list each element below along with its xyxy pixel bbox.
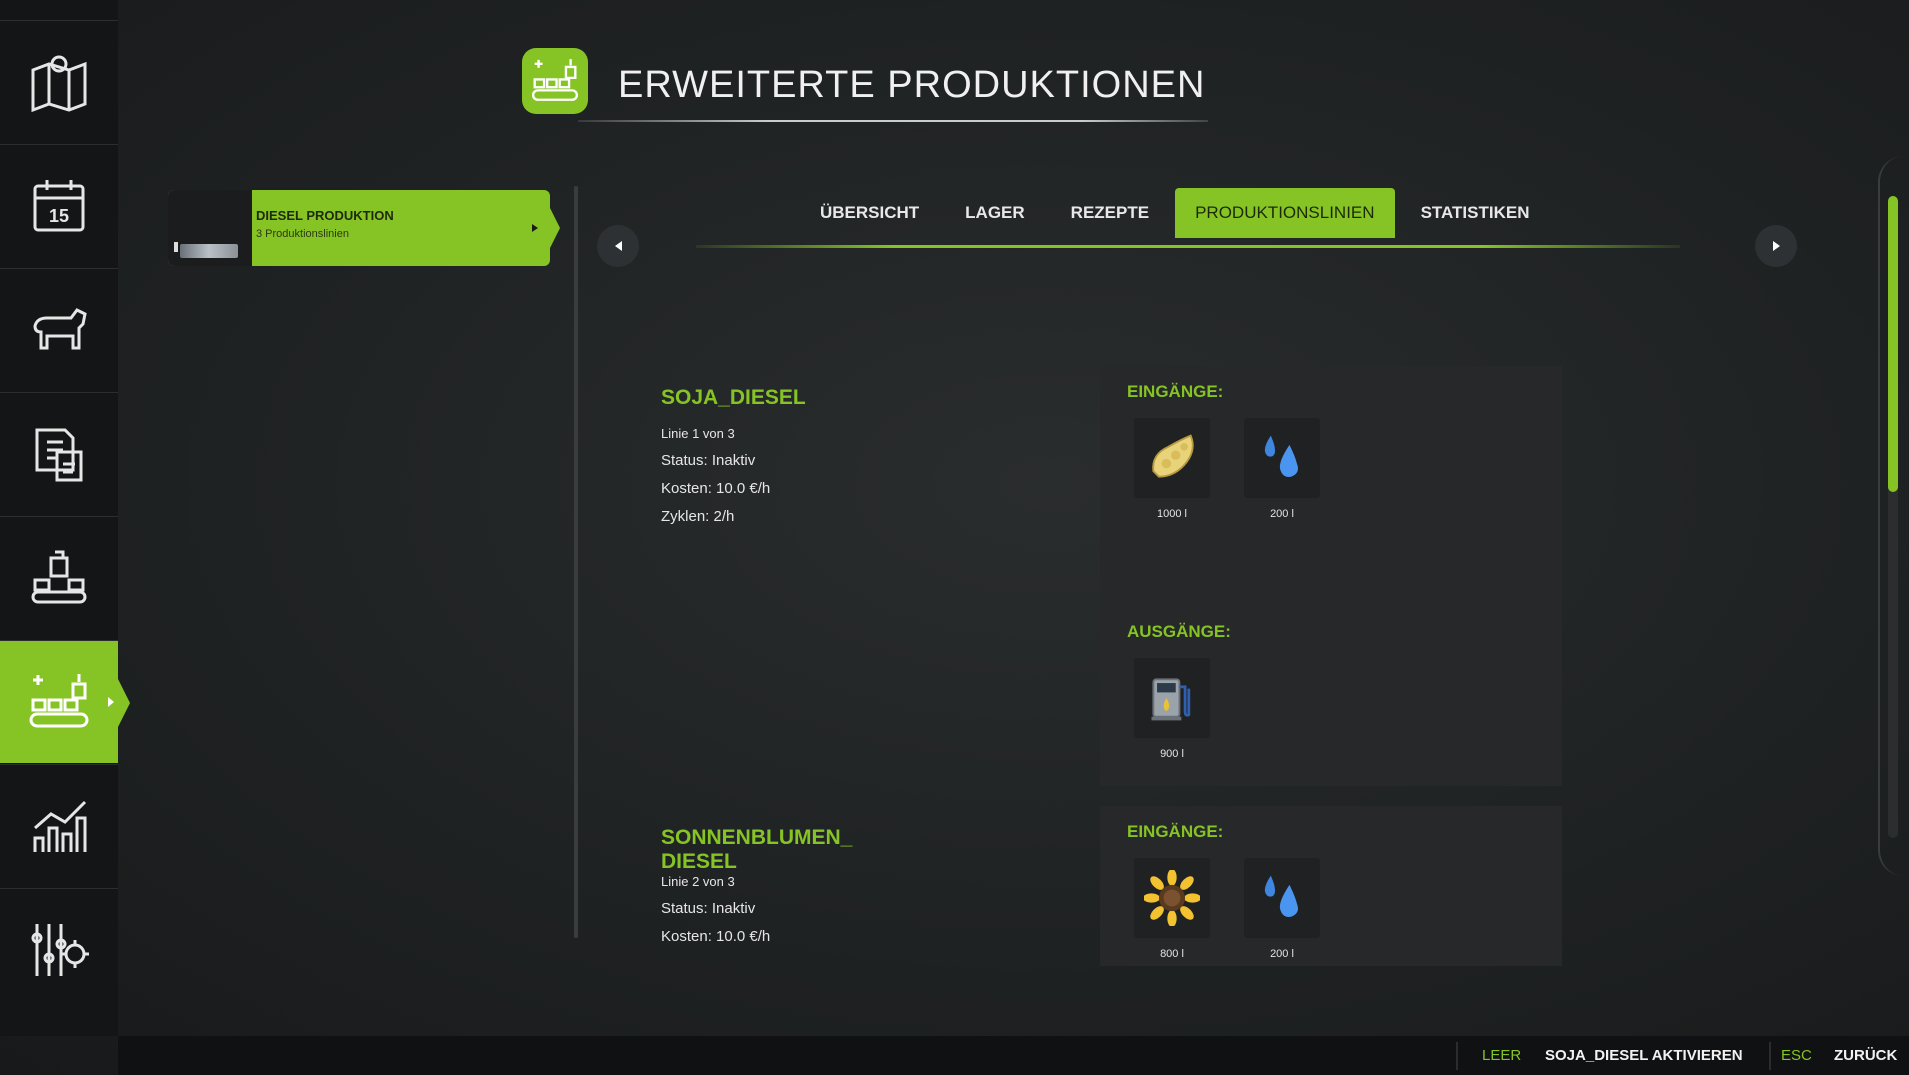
nav-contracts[interactable] <box>0 392 118 515</box>
input-item[interactable]: 800 l <box>1134 858 1210 960</box>
settings-icon <box>31 924 89 976</box>
line-name: SONNENBLUMEN_ DIESEL <box>661 826 853 873</box>
nav-production[interactable] <box>0 516 118 639</box>
side-navigation: 15 <box>0 0 130 1036</box>
arrow-left-icon <box>614 241 622 251</box>
input-item[interactable]: 200 l <box>1244 418 1320 520</box>
line-cycles: Zyklen: 2/h <box>661 508 735 525</box>
next-page-button[interactable] <box>1755 225 1797 267</box>
production-subtitle: 3 Produktionslinien <box>256 228 349 240</box>
active-indicator <box>108 697 114 707</box>
nav-animals[interactable] <box>0 268 118 391</box>
line-io-panel: EINGÄNGE: 800 l 200 l <box>1100 806 1562 966</box>
nav-calendar[interactable]: 15 <box>0 144 118 267</box>
input-item[interactable]: 200 l <box>1244 858 1320 960</box>
chevron-right-icon <box>532 224 538 232</box>
input-amount: 200 l <box>1270 948 1294 960</box>
extended-production-icon <box>29 674 89 728</box>
tab-lager[interactable]: LAGER <box>945 188 1045 238</box>
page-title: ERWEITERTE PRODUKTIONEN <box>618 64 1206 106</box>
tab-rezepte[interactable]: REZEPTE <box>1051 188 1169 238</box>
title-divider <box>578 120 1208 122</box>
soybean-icon <box>1152 434 1194 478</box>
production-line-info[interactable]: SOJA_DIESEL Linie 1 von 3 Status: Inakti… <box>661 386 806 525</box>
input-amount: 1000 l <box>1157 508 1187 520</box>
production-icon <box>31 550 87 604</box>
nav-statistics[interactable] <box>0 764 118 887</box>
tab-uebersicht[interactable]: ÜBERSICHT <box>800 188 939 238</box>
activate-line-button[interactable]: SOJA_DIESEL AKTIVIEREN <box>1545 1047 1743 1064</box>
hint-key-space: LEER <box>1482 1047 1522 1064</box>
line-io-panel: EINGÄNGE: 1000 l 200 l AUSGÄNGE: 900 l <box>1100 366 1562 786</box>
production-list: DIESEL PRODUKTION 3 Produktionslinien <box>168 190 560 266</box>
water-icon <box>1264 875 1298 917</box>
animals-icon <box>33 308 87 350</box>
input-amount: 800 l <box>1160 948 1184 960</box>
calendar-icon: 15 <box>33 180 85 232</box>
tab-produktionslinien[interactable]: PRODUKTIONSLINIEN <box>1175 188 1395 238</box>
tab-bar: ÜBERSICHT LAGER REZEPTE PRODUKTIONSLINIE… <box>800 188 1550 240</box>
water-icon <box>1264 435 1298 477</box>
production-thumbnail <box>168 190 252 266</box>
nav-extended-production[interactable] <box>0 640 130 763</box>
svg-text:15: 15 <box>49 206 69 226</box>
nav-settings[interactable] <box>0 888 118 1011</box>
tab-statistiken[interactable]: STATISTIKEN <box>1401 188 1550 238</box>
production-line-info[interactable]: SONNENBLUMEN_ DIESEL Linie 2 von 3 Statu… <box>661 826 852 945</box>
input-item[interactable]: 1000 l <box>1134 418 1210 520</box>
nav-map[interactable] <box>0 20 118 143</box>
output-amount: 900 l <box>1160 748 1184 760</box>
contracts-icon <box>35 428 83 482</box>
line-name: SOJA_DIESEL <box>661 386 806 409</box>
diesel-pump-icon <box>1151 678 1191 721</box>
production-name: DIESEL PRODUKTION <box>256 208 394 223</box>
line-cost: Kosten: 10.0 €/h <box>661 480 771 497</box>
scrollbar-thumb[interactable] <box>1888 196 1898 492</box>
sunflower-icon <box>1144 870 1200 926</box>
line-count: Linie 2 von 3 <box>661 874 735 889</box>
arrow-right-icon <box>1772 241 1780 251</box>
tab-underline <box>696 245 1680 248</box>
back-button[interactable]: ZURÜCK <box>1834 1047 1897 1064</box>
line-count: Linie 1 von 3 <box>661 426 735 441</box>
line-status: Status: Inaktiv <box>661 452 756 469</box>
hint-key-esc: ESC <box>1781 1047 1812 1064</box>
inputs-title: EINGÄNGE: <box>1127 382 1224 401</box>
statistics-icon <box>33 800 87 852</box>
production-list-item[interactable]: DIESEL PRODUKTION 3 Produktionslinien <box>168 190 560 266</box>
map-icon <box>31 55 87 113</box>
list-divider <box>574 186 578 938</box>
output-item[interactable]: 900 l <box>1134 658 1210 760</box>
header-production-icon <box>522 48 588 114</box>
prev-page-button[interactable] <box>597 225 639 267</box>
input-amount: 200 l <box>1270 508 1294 520</box>
input-hint-bar: LEER SOJA_DIESEL AKTIVIEREN ESC ZURÜCK <box>118 1036 1909 1075</box>
line-cost: Kosten: 10.0 €/h <box>661 928 771 945</box>
line-status: Status: Inaktiv <box>661 900 756 917</box>
outputs-title: AUSGÄNGE: <box>1127 622 1231 641</box>
inputs-title: EINGÄNGE: <box>1127 822 1224 841</box>
